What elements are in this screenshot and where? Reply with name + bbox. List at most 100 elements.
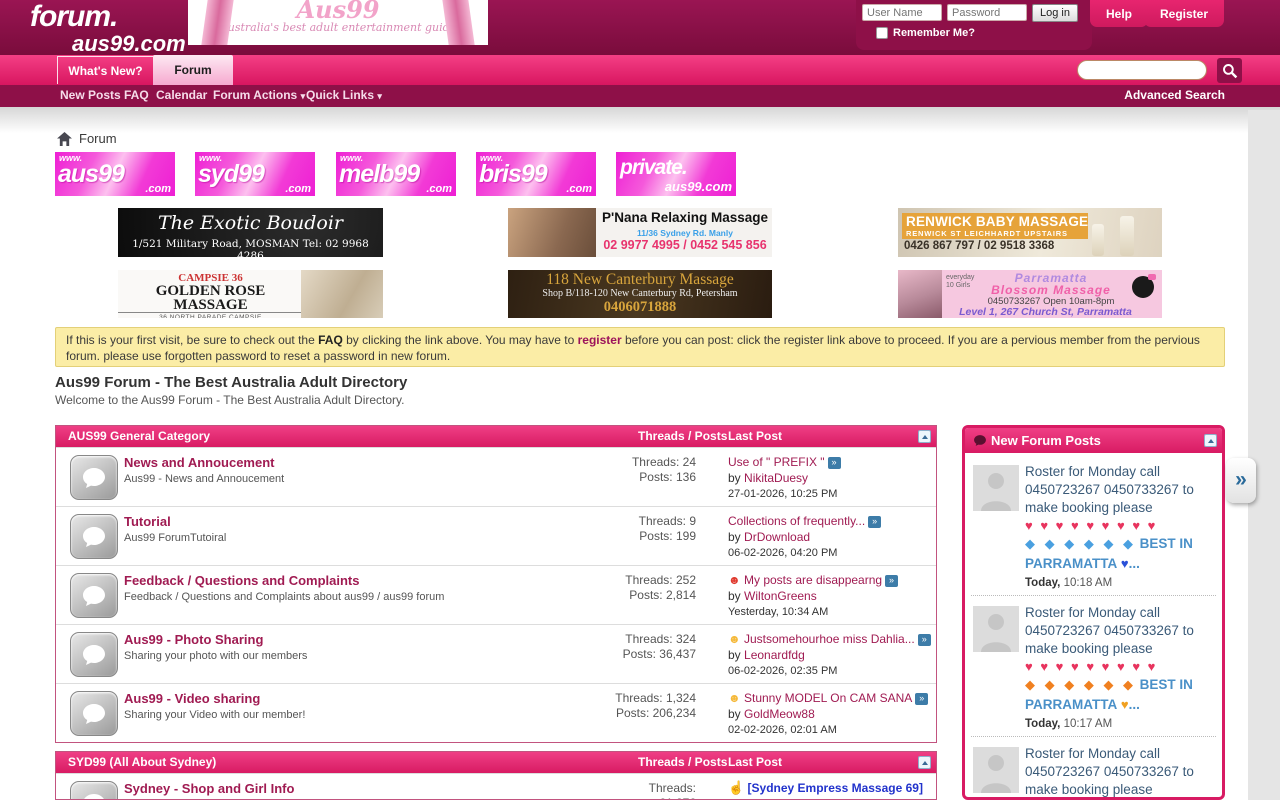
remember-me[interactable]: Remember Me? [876, 27, 975, 39]
posts-count: Posts: 199 [586, 529, 696, 544]
header-banner[interactable]: Aus99 Australia's best adult entertainme… [188, 0, 488, 45]
banner-private-aus99[interactable]: private. aus99.com [616, 152, 736, 196]
ad-address: Level 1, 267 Church St, Parramatta [938, 306, 1153, 318]
breadcrumb-forum[interactable]: Forum [79, 131, 117, 146]
register-button[interactable]: Register [1144, 0, 1224, 27]
login-button[interactable]: Log in [1032, 4, 1078, 22]
site-logo[interactable]: forum. aus99.com [30, 2, 186, 55]
forum-row-video-sharing: Aus99 - Video sharing Sharing your Video… [56, 683, 936, 742]
faq-link[interactable]: FAQ [318, 333, 343, 347]
forum-title-link[interactable]: Aus99 - Video sharing [124, 691, 260, 706]
by-label: by [728, 707, 741, 721]
goto-last-post-icon[interactable]: » [885, 575, 898, 587]
content-top-shadow [0, 107, 1280, 133]
by-label: by [728, 648, 741, 662]
candle-decoration [1120, 216, 1134, 256]
smiley-face-icon: ☻ [728, 632, 741, 646]
sidebar-expand-button[interactable]: » [1226, 458, 1256, 503]
banner-com: .com [285, 183, 311, 195]
last-post-user-link[interactable]: DrDownload [744, 530, 810, 544]
banner-bris99[interactable]: www. bris99 .com [476, 152, 596, 196]
last-post-title-link[interactable]: Collections of frequently... [728, 514, 865, 528]
page-right-background [1248, 110, 1280, 800]
nav-quick-links[interactable]: Quick Links ▾ [306, 88, 382, 102]
register-link[interactable]: register [578, 333, 622, 347]
help-button[interactable]: Help [1090, 0, 1148, 27]
ad-pnana-massage[interactable]: P'Nana Relaxing Massage 11/36 Sydney Rd.… [508, 208, 772, 257]
forum-title-link[interactable]: Feedback / Questions and Complaints [124, 573, 360, 588]
goto-last-post-icon[interactable]: » [828, 457, 841, 469]
ad-renwick-baby-massage[interactable]: RENWICK BABY MASSAGE RENWICK ST LEICHHAR… [898, 208, 1162, 257]
last-post-title-link[interactable]: Stunny MODEL On CAM SANA [744, 691, 912, 705]
forum-description: Aus99 ForumTutoiral [124, 532, 226, 544]
ad-blossom-massage[interactable]: everyday 10 Girls Parramatta Blossom Mas… [898, 270, 1162, 318]
search-button[interactable] [1217, 58, 1242, 83]
forum-stats: Threads: 24 Posts: 136 [586, 455, 696, 485]
last-post-title-link[interactable]: My posts are disappearng [744, 573, 882, 587]
ad-golden-rose-massage[interactable]: CAMPSIE 36 GOLDEN ROSE MASSAGE 36 NORTH … [118, 270, 383, 318]
collapse-icon[interactable] [918, 430, 931, 443]
banner-melb99[interactable]: www. melb99 .com [336, 152, 456, 196]
tab-forum[interactable]: Forum [153, 55, 233, 85]
goto-last-post-icon[interactable]: » [915, 693, 928, 705]
password-input[interactable] [947, 4, 1027, 21]
remember-label: Remember Me? [893, 27, 975, 39]
sidebar-post[interactable]: Roster for Monday call 0450723267 045073… [971, 595, 1216, 736]
banner-aus99[interactable]: www. aus99 .com [55, 152, 175, 196]
ad-address: 1/521 Military Road, MOSMAN Tel: 02 9968… [118, 238, 383, 257]
by-label: by [728, 471, 741, 485]
last-post-user-link[interactable]: WiltonGreens [744, 589, 817, 603]
new-forum-posts-panel: New Forum Posts Roster for Monday call 0… [962, 425, 1225, 800]
last-post-user-link[interactable]: NikitaDuesy [744, 471, 808, 485]
post-text[interactable]: Roster for Monday call 0450723267 045073… [1025, 463, 1214, 517]
last-post-title-link[interactable]: Justsomehourhoe miss Dahlia... [744, 632, 915, 646]
nav-faq[interactable]: FAQ [124, 88, 149, 102]
nav-forum-actions[interactable]: Forum Actions ▾ [213, 88, 305, 102]
sidebar-header: New Forum Posts [965, 428, 1222, 453]
goto-last-post-icon[interactable]: » [868, 516, 881, 528]
candle-decoration [1092, 224, 1104, 256]
speech-bubble-icon [81, 702, 107, 726]
advanced-search-link[interactable]: Advanced Search [1124, 88, 1225, 102]
search-input[interactable] [1077, 60, 1207, 80]
ad-exotic-boudoir[interactable]: The Exotic Boudoir 1/521 Military Road, … [118, 208, 383, 257]
nav-new-posts[interactable]: New Posts [60, 88, 121, 102]
remember-checkbox[interactable] [876, 27, 888, 39]
home-icon[interactable] [57, 132, 72, 146]
last-post-title-link[interactable]: Use of " PREFIX " [728, 455, 825, 469]
forum-title-link[interactable]: Sydney - Shop and Girl Info [124, 781, 294, 796]
sidebar-post[interactable]: Roster for Monday call 0450723267 045073… [971, 736, 1216, 800]
forum-title-link[interactable]: News and Annoucement [124, 455, 274, 470]
forum-icon [70, 514, 118, 559]
forum-row-news: News and Annoucement Aus99 - News and An… [56, 447, 936, 506]
username-input[interactable] [862, 4, 942, 21]
post-text[interactable]: Roster for Monday call 0450723267 045073… [1025, 745, 1214, 799]
ad-118-new-canterbury-massage[interactable]: 118 New Canterbury Massage Shop B/118-12… [508, 270, 772, 318]
posts-count: Posts: 36,437 [586, 647, 696, 662]
sidebar-post[interactable]: Roster for Monday call 0450723267 045073… [971, 455, 1216, 595]
diamond-icons: ◆ ◆ ◆ ◆ ◆ ◆ [1025, 536, 1136, 551]
nav-calendar[interactable]: Calendar [156, 88, 207, 102]
forum-title-link[interactable]: Aus99 - Photo Sharing [124, 632, 263, 647]
tab-whats-new[interactable]: What's New? [57, 56, 153, 84]
category-title[interactable]: AUS99 General Category [68, 426, 210, 447]
ad-label: RENWICK BABY MASSAGE RENWICK ST LEICHHAR… [902, 213, 1088, 239]
post-date: Today, 10:18 AM [1025, 577, 1214, 589]
last-post-user-link[interactable]: GoldMeow88 [744, 707, 815, 721]
column-threads-posts: Threads / Posts [638, 426, 727, 447]
fire-icons: ◆ ◆ ◆ ◆ ◆ ◆ [1025, 677, 1136, 692]
forum-icon [70, 455, 118, 500]
forum-stats: Threads: 9 Posts: 199 [586, 514, 696, 544]
forum-title-link[interactable]: Tutorial [124, 514, 171, 529]
banner-syd99[interactable]: www. syd99 .com [195, 152, 315, 196]
goto-last-post-icon[interactable]: » [918, 634, 931, 646]
category-title[interactable]: SYD99 (All About Sydney) [68, 752, 216, 773]
last-post-title-link[interactable]: [Sydney Empress Massage 69] [748, 781, 923, 795]
collapse-icon[interactable] [918, 756, 931, 769]
forum-last-post: ☻ My posts are disappearng» by WiltonGre… [728, 572, 933, 620]
collapse-icon[interactable] [1204, 434, 1217, 447]
ad-photo [898, 270, 942, 318]
avatar [973, 606, 1019, 652]
post-text[interactable]: Roster for Monday call 0450723267 045073… [1025, 604, 1214, 658]
last-post-user-link[interactable]: Leonardfdg [744, 648, 805, 662]
